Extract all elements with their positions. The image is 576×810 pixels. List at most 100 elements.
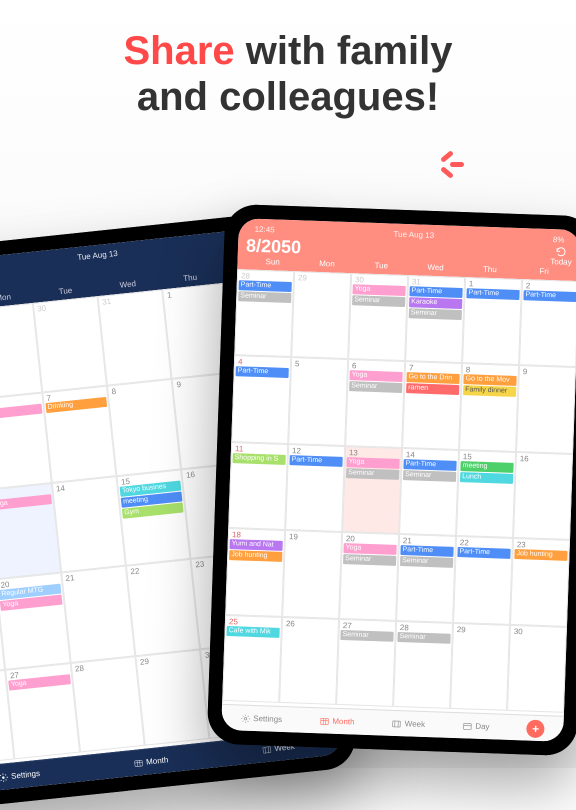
calendar-cell[interactable]: 30YogaSeminar: [348, 273, 408, 361]
calendar-cell[interactable]: 9: [516, 365, 576, 453]
month-view-button[interactable]: Month: [319, 716, 355, 727]
calendar-cell[interactable]: 26: [279, 617, 339, 705]
calendar-cell[interactable]: 29: [135, 649, 209, 746]
event-chip[interactable]: Karaoke: [409, 297, 462, 309]
event-chip[interactable]: Seminar: [352, 295, 405, 307]
status-battery: 8%: [553, 235, 565, 244]
calendar-cell[interactable]: 16: [513, 452, 573, 540]
calendar-cell[interactable]: 15Tokyo businesmeetingGym: [116, 469, 190, 566]
event-chip[interactable]: Family dinner: [463, 386, 516, 398]
event-chip[interactable]: meeting: [460, 461, 513, 473]
calendar-cell[interactable]: 31: [98, 289, 172, 386]
status-time: 12:45: [255, 225, 275, 235]
calendar-cell[interactable]: 27Seminar: [336, 619, 396, 707]
calendar-cell[interactable]: 8Go to the MovFamily dinner: [459, 363, 519, 451]
calendar-cell[interactable]: 12Part-Time: [285, 444, 345, 532]
calendar-cell[interactable]: 28Seminar: [393, 621, 453, 709]
day-number: 30: [512, 627, 565, 638]
calendar-cell[interactable]: 14: [51, 476, 125, 573]
event-chip[interactable]: Part-Time: [236, 367, 289, 379]
settings-button[interactable]: Settings: [240, 713, 282, 724]
month-year-title[interactable]: 8/2050: [246, 235, 302, 258]
calendar-cell[interactable]: 15meetingLunch: [456, 450, 516, 538]
calendar-cell[interactable]: 8: [107, 379, 181, 476]
event-chip[interactable]: Lunch: [460, 472, 513, 484]
day-number: 9: [521, 368, 574, 379]
event-chip[interactable]: ramen: [406, 384, 459, 396]
event-chip[interactable]: Seminar: [349, 382, 402, 394]
calendar-cell[interactable]: 11Shopping in S: [228, 442, 288, 530]
calendar-cell[interactable]: 31Part-TimeKaraokeSeminar: [405, 275, 465, 363]
calendar-cell[interactable]: 23Job hunting: [510, 538, 570, 626]
event-chip[interactable]: Job hunting: [229, 550, 282, 562]
calendar-cell[interactable]: 20Regular MTGYoga: [0, 573, 70, 670]
event-chip[interactable]: Part-Time: [409, 286, 462, 298]
calendar-cell[interactable]: 25Cafe with Mik: [222, 615, 282, 703]
calendar-cell[interactable]: 7Drinking: [42, 386, 116, 483]
event-chip[interactable]: Seminar: [346, 468, 399, 480]
event-chip[interactable]: Yoga: [343, 543, 396, 555]
event-chip[interactable]: Part-Time: [239, 280, 292, 292]
calendar-cell[interactable]: 22Part-Time: [453, 536, 513, 624]
calendar-cell[interactable]: 20YogaSeminar: [339, 532, 399, 620]
event-chip[interactable]: Part-Time: [289, 455, 342, 467]
calendar-cell[interactable]: 21: [61, 566, 135, 663]
calendar-cell[interactable]: 2Part-Time: [519, 279, 576, 367]
week-view-button[interactable]: Week: [392, 718, 426, 729]
event-chip[interactable]: Part-Time: [403, 459, 456, 471]
dow-label: Thu: [463, 264, 518, 275]
calendar-cell[interactable]: 27Yoga: [5, 663, 79, 760]
calendar-cell[interactable]: 14Part-TimeSeminar: [399, 448, 459, 536]
calendar-cell[interactable]: 18Yumi and NatJob hunting: [225, 528, 285, 616]
headline-accent: Share: [124, 29, 235, 73]
event-chip[interactable]: Shopping in S: [232, 453, 285, 465]
calendar-cell[interactable]: 22: [126, 559, 200, 656]
day-number: 5: [293, 360, 346, 371]
add-event-button[interactable]: +: [526, 719, 545, 738]
calendar-cell[interactable]: 13Yoga: [0, 483, 61, 580]
event-chip[interactable]: Seminar: [400, 556, 453, 568]
calendar-cell[interactable]: 6YogaSeminar: [345, 359, 405, 447]
event-chip[interactable]: Yoga: [346, 457, 399, 469]
calendar-cell[interactable]: 28: [70, 656, 144, 753]
event-chip[interactable]: Cafe with Mik: [226, 626, 279, 638]
settings-button[interactable]: Settings: [0, 768, 40, 782]
calendar-cell[interactable]: 7Go to the Drinramen: [402, 361, 462, 449]
event-chip[interactable]: Yumi and Nat: [229, 539, 282, 551]
event-chip[interactable]: Seminar: [343, 554, 396, 566]
dow-label: Fri: [517, 266, 572, 277]
calendar-cell[interactable]: 21Part-TimeSeminar: [396, 534, 456, 622]
today-button[interactable]: Today: [550, 246, 572, 267]
event-chip[interactable]: Part-Time: [400, 545, 453, 557]
event-chip[interactable]: Seminar: [409, 308, 462, 320]
calendar-cell[interactable]: 19: [282, 530, 342, 618]
event-chip[interactable]: Part-Time: [457, 547, 510, 559]
event-chip[interactable]: Seminar: [340, 630, 393, 642]
calendar-cell[interactable]: 5: [288, 357, 348, 445]
calendar-cell[interactable]: 1Part-Time: [462, 277, 522, 365]
calendar-cell[interactable]: 13YogaSeminar: [342, 446, 402, 534]
dow-label: Wed: [408, 262, 463, 273]
day-number: 16: [518, 454, 571, 465]
calendar-cell[interactable]: 30: [507, 624, 567, 712]
calendar-grid[interactable]: 28Part-TimeSeminar2930YogaSeminar31Part-…: [222, 269, 576, 713]
event-chip[interactable]: Job hunting: [514, 549, 567, 561]
event-chip[interactable]: Seminar: [403, 470, 456, 482]
event-chip[interactable]: Seminar: [397, 632, 450, 644]
calendar-cell[interactable]: 30: [33, 296, 107, 393]
calendar-cell[interactable]: 29: [450, 622, 510, 710]
event-chip[interactable]: Seminar: [238, 291, 291, 303]
event-chip[interactable]: Yoga: [352, 284, 405, 296]
event-chip[interactable]: Go to the Mov: [463, 375, 516, 387]
event-chip[interactable]: Part-Time: [523, 290, 576, 302]
calendar-cell[interactable]: 28Part-TimeSeminar: [234, 269, 294, 357]
event-chip[interactable]: Go to the Drin: [406, 373, 459, 385]
calendar-cell[interactable]: 4Part-Time: [231, 355, 291, 443]
calendar-cell[interactable]: 29: [291, 271, 351, 359]
event-chip[interactable]: Part-Time: [466, 288, 519, 300]
month-view-button[interactable]: Month: [133, 755, 169, 769]
tablet-light: 12:45 Tue Aug 13 8% 8/2050 Today SunMonT…: [207, 204, 576, 757]
event-chip[interactable]: Yoga: [349, 371, 402, 383]
day-view-button[interactable]: Day: [462, 721, 490, 732]
day-number: 26: [0, 672, 5, 687]
